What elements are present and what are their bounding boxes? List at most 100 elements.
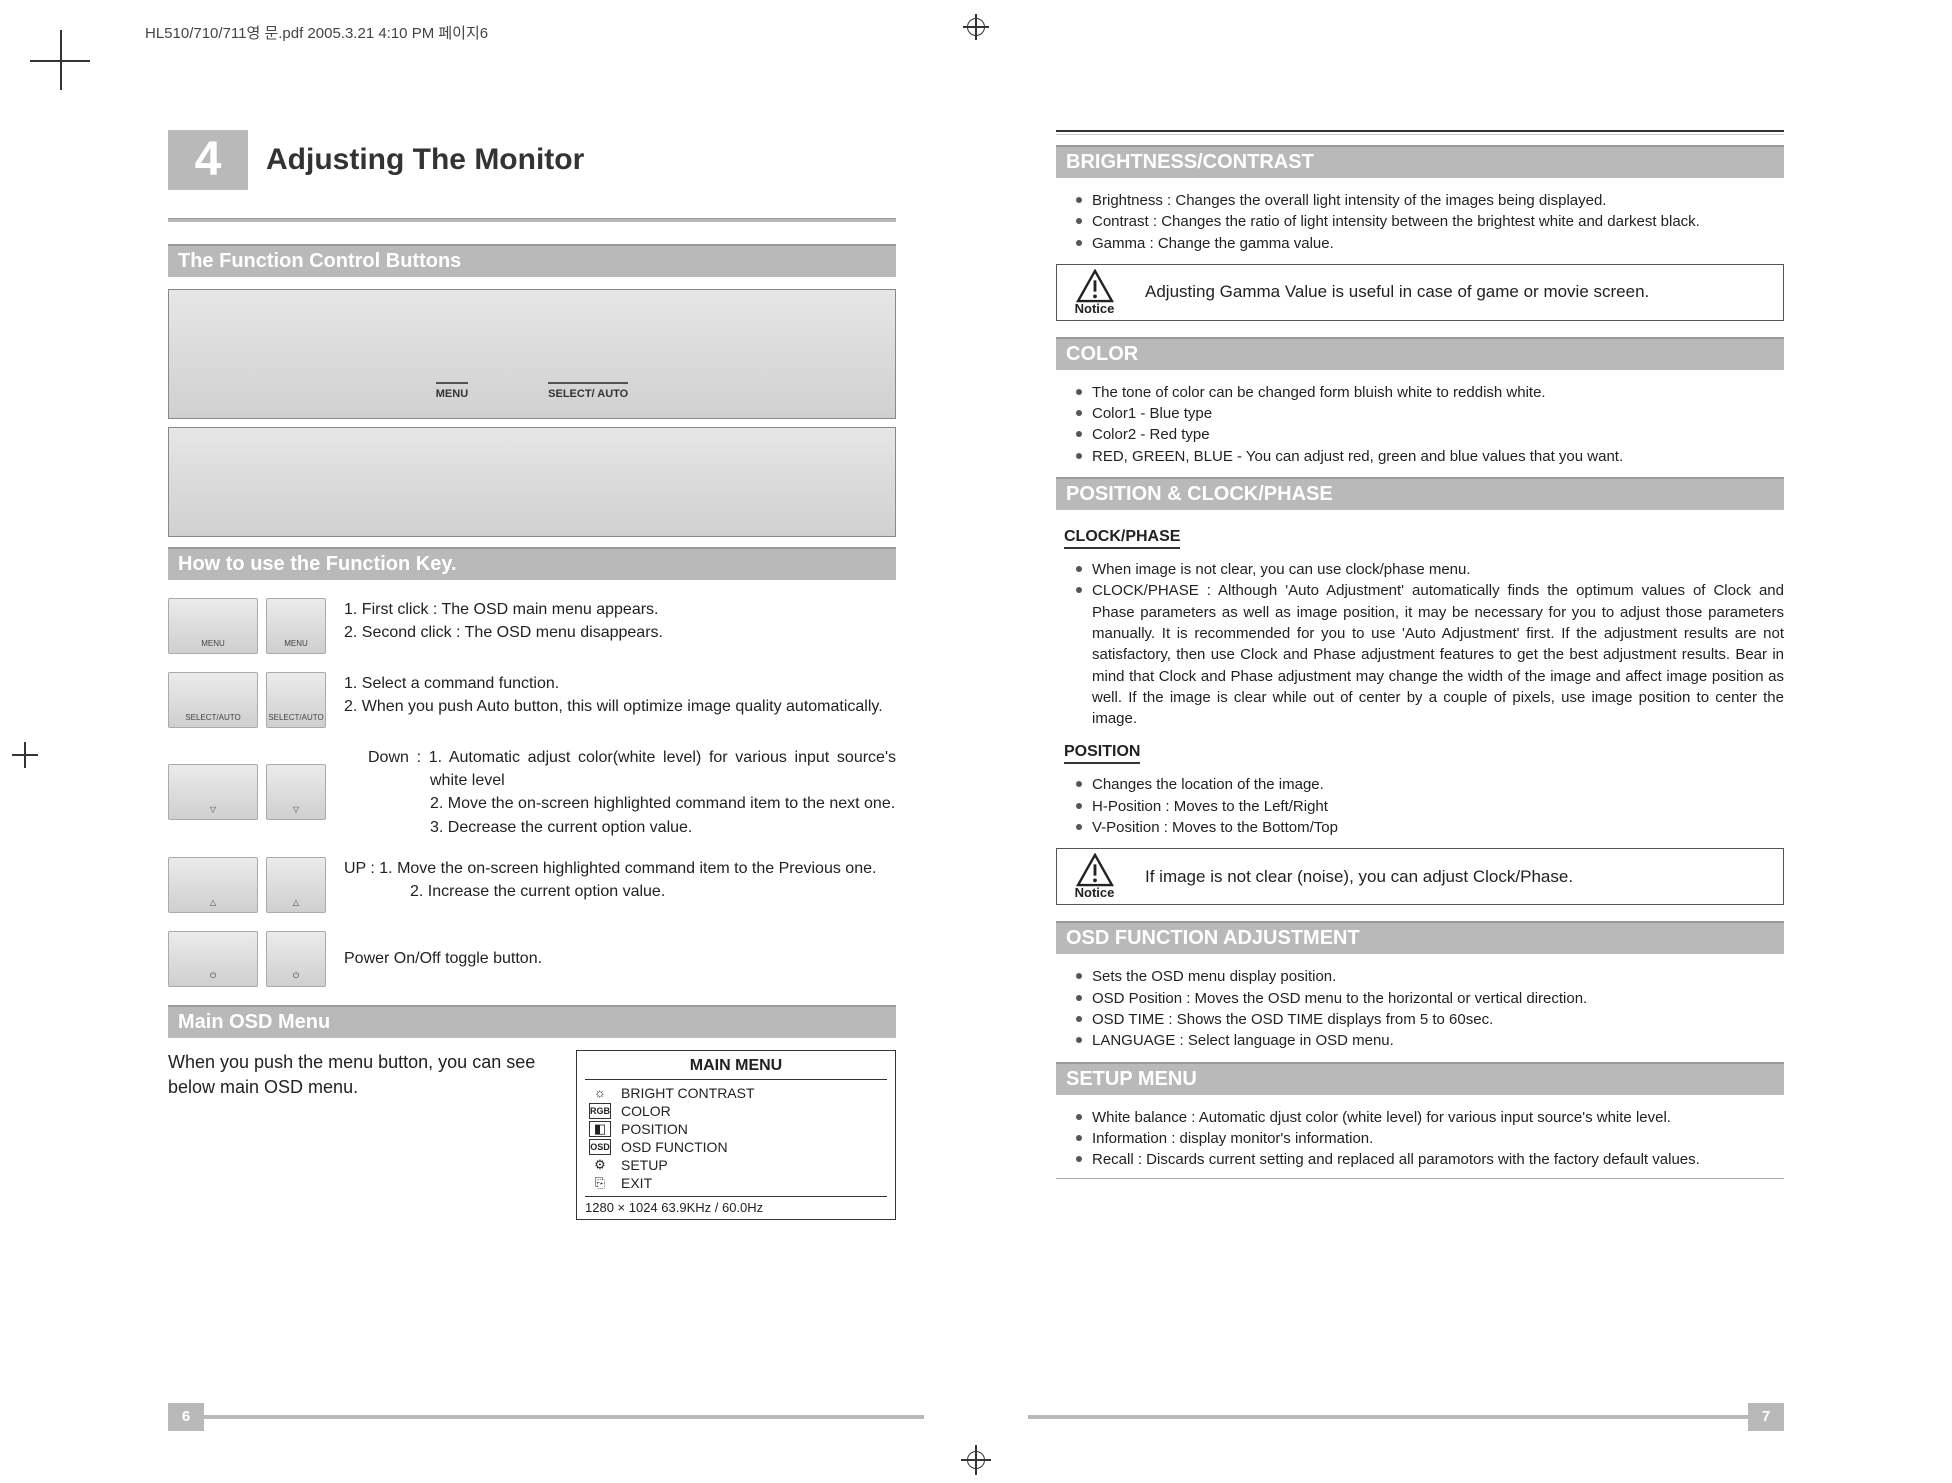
bottom-rule-right bbox=[1056, 1178, 1784, 1179]
monitor-buttons-photo-2 bbox=[168, 427, 896, 537]
page-bar-right bbox=[1028, 1415, 1748, 1419]
notice-gamma: Notice Adjusting Gamma Value is useful i… bbox=[1056, 264, 1784, 321]
chapter-underline bbox=[168, 218, 896, 222]
color-item-1: The tone of color can be changed form bl… bbox=[1076, 382, 1784, 403]
osd-item-osdfn: OSD FUNCTION bbox=[621, 1139, 728, 1155]
fk-img-down-small: ▽ bbox=[266, 764, 326, 820]
chapter-number: 4 bbox=[168, 130, 248, 190]
fk-img-down-wide: ▽ bbox=[168, 764, 258, 820]
fk-menu-line2: 2. Second click : The OSD menu disappear… bbox=[344, 621, 663, 644]
section-color: COLOR bbox=[1056, 337, 1784, 370]
fk-img-up-small: △ bbox=[266, 857, 326, 913]
monitor-buttons-photo-1: MENU SELECT/ AUTO bbox=[168, 289, 896, 419]
section-setup-menu: SETUP MENU bbox=[1056, 1062, 1784, 1095]
fk-down-line3: 3. Decrease the current option value. bbox=[344, 816, 896, 839]
osd-icon-color: RGB bbox=[589, 1103, 611, 1119]
source-filename: HL510/710/711영 문.pdf 2005.3.21 4:10 PM 페… bbox=[145, 22, 488, 43]
osd-item-color: COLOR bbox=[621, 1103, 671, 1119]
fk-row-select: SELECT/AUTO SELECT/AUTO 1. Select a comm… bbox=[168, 672, 896, 728]
fk-up-line2: 2. Increase the current option value. bbox=[344, 880, 876, 903]
osd-icon-osdfn: OSD bbox=[589, 1139, 611, 1155]
page-right: BRIGHTNESS/CONTRAST Brightness : Changes… bbox=[966, 70, 1854, 1453]
section-how-to-use: How to use the Function Key. bbox=[168, 547, 896, 580]
pos-item-2: H-Position : Moves to the Left/Right bbox=[1076, 796, 1784, 817]
fk-row-menu: MENU MENU 1. First click : The OSD main … bbox=[168, 598, 896, 654]
pos-item-3: V-Position : Moves to the Bottom/Top bbox=[1076, 817, 1784, 838]
osdfn-item-4: LANGUAGE : Select language in OSD menu. bbox=[1076, 1030, 1784, 1051]
chapter-title: Adjusting The Monitor bbox=[266, 143, 584, 177]
fk-select-line2: 2. When you push Auto button, this will … bbox=[344, 695, 883, 718]
fk-down-line1: Down : 1. Automatic adjust color(white l… bbox=[344, 746, 896, 792]
cp-item-1: When image is not clear, you can use clo… bbox=[1076, 559, 1784, 580]
crop-corner-v bbox=[60, 30, 62, 90]
fk-row-power: ⏻ ⏻ Power On/Off toggle button. bbox=[168, 931, 896, 987]
osd-item-exit: EXIT bbox=[621, 1175, 652, 1191]
crop-bottom bbox=[961, 1445, 991, 1475]
osd-item-position: POSITION bbox=[621, 1121, 688, 1137]
osd-icon-position: ◧ bbox=[589, 1121, 611, 1137]
fk-img-power-wide: ⏻ bbox=[168, 931, 258, 987]
notice-clock-phase: Notice If image is not clear (noise), yo… bbox=[1056, 848, 1784, 905]
notice-clock-text: If image is not clear (noise), you can a… bbox=[1133, 849, 1783, 904]
osdfn-list: Sets the OSD menu display position. OSD … bbox=[1056, 966, 1784, 1051]
notice-label-1: Notice bbox=[1075, 301, 1115, 316]
photo-label-select: SELECT/ AUTO bbox=[548, 382, 628, 400]
sub-position: POSITION bbox=[1064, 743, 1140, 764]
osd-icon-setup: ⚙ bbox=[589, 1157, 611, 1173]
notice-gamma-text: Adjusting Gamma Value is useful in case … bbox=[1133, 265, 1783, 320]
photo-label-menu: MENU bbox=[436, 382, 468, 400]
fk-up-line1: UP : 1. Move the on-screen highlighted c… bbox=[344, 857, 876, 880]
osd-menu-title: MAIN MENU bbox=[585, 1057, 887, 1080]
osdfn-item-2: OSD Position : Moves the OSD menu to the… bbox=[1076, 988, 1784, 1009]
fk-down-line2: 2. Move the on-screen highlighted comman… bbox=[344, 792, 896, 815]
warning-icon bbox=[1076, 269, 1114, 303]
fk-img-power-small: ⏻ bbox=[266, 931, 326, 987]
fk-img-up-wide: △ bbox=[168, 857, 258, 913]
osd-item-setup: SETUP bbox=[621, 1157, 668, 1173]
fk-img-select-small: SELECT/AUTO bbox=[266, 672, 326, 728]
osdfn-item-1: Sets the OSD menu display position. bbox=[1076, 966, 1784, 987]
fk-row-up: △ △ UP : 1. Move the on-screen highlight… bbox=[168, 857, 896, 913]
fk-img-menu-wide: MENU bbox=[168, 598, 258, 654]
position-list: Changes the location of the image. H-Pos… bbox=[1056, 774, 1784, 838]
osd-intro-text: When you push the menu button, you can s… bbox=[168, 1050, 546, 1220]
setup-item-3: Recall : Discards current setting and re… bbox=[1076, 1149, 1784, 1170]
bc-item-1: Brightness : Changes the overall light i… bbox=[1076, 190, 1784, 211]
color-item-2: Color1 - Blue type bbox=[1076, 403, 1784, 424]
color-item-4: RED, GREEN, BLUE - You can adjust red, g… bbox=[1076, 446, 1784, 467]
setup-list: White balance : Automatic djust color (w… bbox=[1056, 1107, 1784, 1171]
section-osd-function: OSD FUNCTION ADJUSTMENT bbox=[1056, 921, 1784, 954]
page-number-left: 6 bbox=[168, 1403, 204, 1431]
warning-icon bbox=[1076, 853, 1114, 887]
color-item-3: Color2 - Red type bbox=[1076, 424, 1784, 445]
fk-img-menu-small: MENU bbox=[266, 598, 326, 654]
top-rule-right bbox=[1056, 130, 1784, 135]
fk-menu-line1: 1. First click : The OSD main menu appea… bbox=[344, 598, 663, 621]
osd-item-bright: BRIGHT CONTRAST bbox=[621, 1085, 755, 1101]
section-function-buttons: The Function Control Buttons bbox=[168, 244, 896, 277]
section-position-clock: POSITION & CLOCK/PHASE bbox=[1056, 477, 1784, 510]
notice-label-2: Notice bbox=[1075, 885, 1115, 900]
sub-clock-phase: CLOCK/PHASE bbox=[1064, 528, 1180, 549]
color-list: The tone of color can be changed form bl… bbox=[1056, 382, 1784, 467]
section-main-osd: Main OSD Menu bbox=[168, 1005, 896, 1038]
page-bar-left bbox=[204, 1415, 924, 1419]
pos-item-1: Changes the location of the image. bbox=[1076, 774, 1784, 795]
osd-footer: 1280 × 1024 63.9KHz / 60.0Hz bbox=[585, 1196, 887, 1215]
osd-main-menu-box: MAIN MENU ☼ BRIGHT CONTRAST RGB COLOR ◧ POS… bbox=[576, 1050, 896, 1220]
section-brightness-contrast: BRIGHTNESS/CONTRAST bbox=[1056, 145, 1784, 178]
osd-icon-exit: ⎘ bbox=[589, 1175, 611, 1191]
crop-left bbox=[12, 742, 38, 768]
setup-item-1: White balance : Automatic djust color (w… bbox=[1076, 1107, 1784, 1128]
bc-item-2: Contrast : Changes the ratio of light in… bbox=[1076, 211, 1784, 232]
osd-icon-bright: ☼ bbox=[589, 1085, 611, 1101]
fk-power-line: Power On/Off toggle button. bbox=[344, 947, 542, 970]
page-number-right: 7 bbox=[1748, 1403, 1784, 1431]
clock-phase-list: When image is not clear, you can use clo… bbox=[1056, 559, 1784, 729]
cp-item-2: CLOCK/PHASE : Although 'Auto Adjustment'… bbox=[1076, 580, 1784, 729]
setup-item-2: Information : display monitor's informat… bbox=[1076, 1128, 1784, 1149]
fk-row-down: ▽ ▽ Down : 1. Automatic adjust color(whi… bbox=[168, 746, 896, 839]
crop-mark-top bbox=[963, 14, 989, 40]
bc-item-3: Gamma : Change the gamma value. bbox=[1076, 233, 1784, 254]
fk-img-select-wide: SELECT/AUTO bbox=[168, 672, 258, 728]
